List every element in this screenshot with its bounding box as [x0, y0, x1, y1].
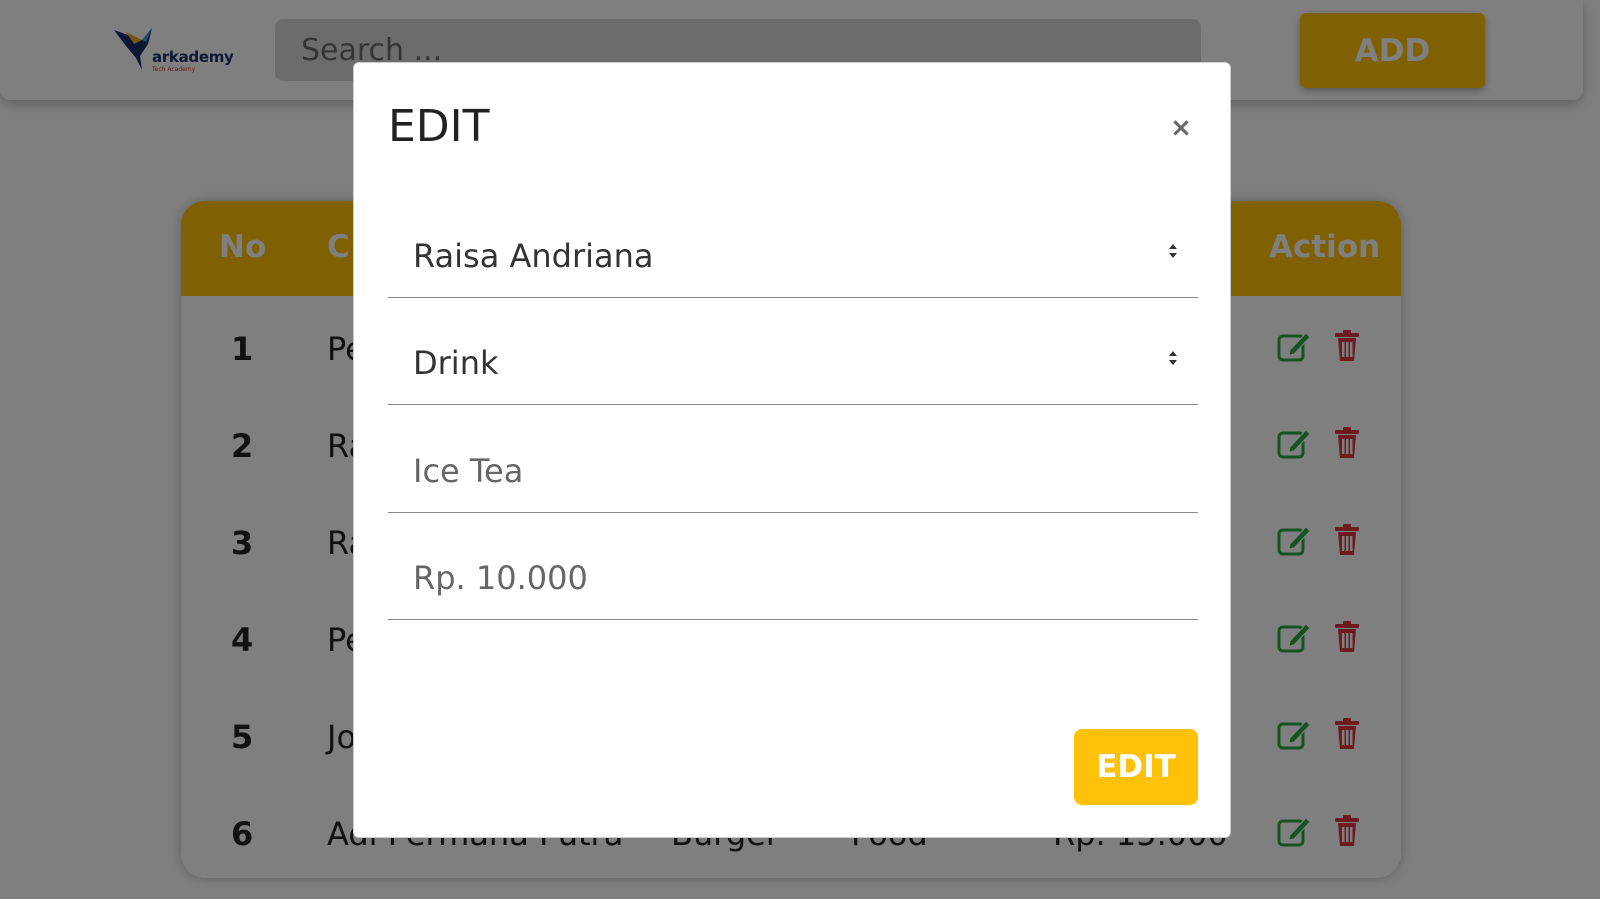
select-arrows-icon — [1169, 244, 1177, 258]
price-input[interactable]: Rp. 10.000 — [388, 525, 1198, 620]
price-input-placeholder: Rp. 10.000 — [413, 559, 588, 597]
cashier-select[interactable]: Raisa Andriana — [388, 203, 1198, 298]
category-select-value: Drink — [413, 344, 499, 382]
category-select[interactable]: Drink — [388, 310, 1198, 405]
edit-modal: EDIT × Raisa Andriana Drink Ice Tea Rp. … — [353, 62, 1231, 838]
edit-submit-button[interactable]: EDIT — [1074, 729, 1198, 805]
product-input[interactable]: Ice Tea — [388, 418, 1198, 513]
page: arkademy Tech Academy ADD No C Action 1P… — [0, 0, 1600, 899]
cashier-select-value: Raisa Andriana — [413, 237, 654, 275]
modal-title: EDIT — [388, 101, 490, 152]
select-arrows-icon — [1169, 351, 1177, 365]
product-input-placeholder: Ice Tea — [413, 452, 524, 490]
close-icon[interactable]: × — [1166, 113, 1196, 143]
